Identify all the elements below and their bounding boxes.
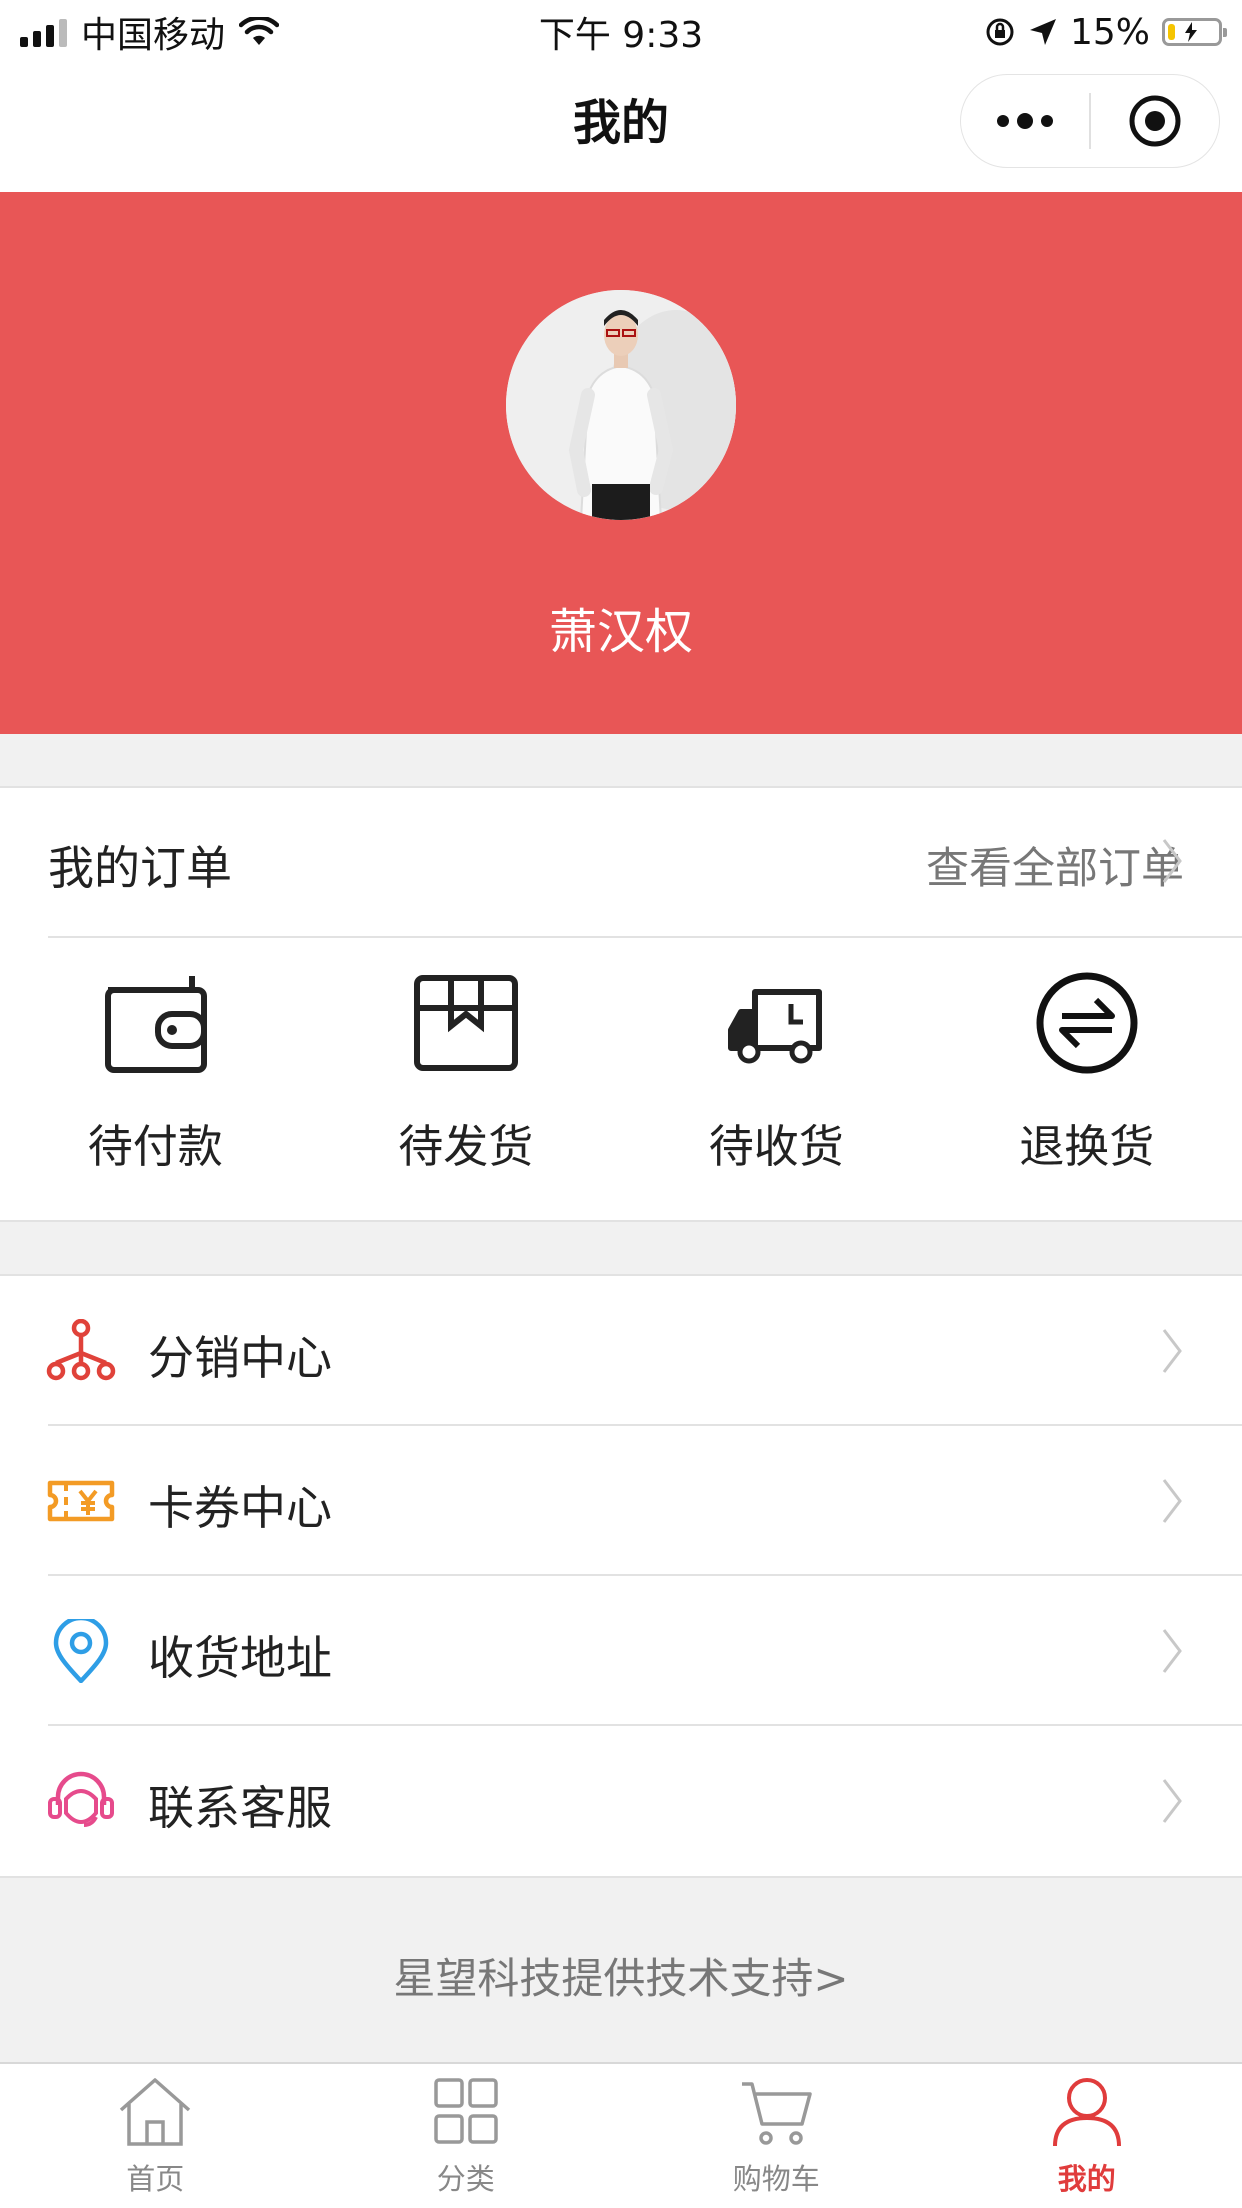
order-item-label: 待付款 — [87, 1120, 223, 1173]
menu-item-shipping-address[interactable]: 收货地址 — [0, 1576, 1242, 1726]
order-pending-shipment[interactable]: 待发货 — [311, 938, 622, 1220]
charging-bolt-icon — [1185, 22, 1197, 42]
status-bar: 中国移动 下午 9:33 15% — [0, 0, 1242, 64]
menu-item-label: 联系客服 — [148, 1781, 332, 1835]
chevron-right-icon — [1162, 1329, 1182, 1373]
order-item-label: 待发货 — [398, 1120, 534, 1173]
order-item-label: 待收货 — [708, 1120, 844, 1173]
close-mini-program-button[interactable] — [1091, 75, 1219, 167]
orders-section: 我的订单 查看全部订单 待付款 待发货 待收货 退换货 — [0, 786, 1242, 1222]
wallet-icon — [105, 976, 208, 1073]
order-pending-payment[interactable]: 待付款 — [0, 938, 311, 1220]
cart-icon — [742, 2082, 812, 2145]
menu-item-coupon-center[interactable]: 卡券中心 — [0, 1426, 1242, 1576]
order-item-label: 退换货 — [1019, 1120, 1155, 1173]
menu-item-label: 收货地址 — [148, 1631, 332, 1685]
username: 萧汉权 — [548, 604, 693, 660]
tab-bar: 首页 分类 购物车 我的 — [0, 2062, 1242, 2208]
order-status-row: 待付款 待发货 待收货 退换货 — [0, 938, 1242, 1220]
exchange-icon — [1036, 972, 1138, 1074]
carrier-name: 中国移动 — [81, 15, 226, 56]
chevron-right-icon — [1162, 1629, 1182, 1673]
wifi-icon — [239, 17, 280, 45]
order-pending-receipt[interactable]: 待收货 — [621, 938, 932, 1220]
tab-label: 首页 — [126, 2162, 185, 2196]
tab-mine[interactable]: 我的 — [932, 2064, 1242, 2208]
tab-cart[interactable]: 购物车 — [621, 2064, 932, 2208]
status-time: 下午 9:33 — [538, 15, 704, 56]
orders-title: 我的订单 — [48, 841, 232, 895]
tab-label: 我的 — [1057, 2162, 1116, 2196]
chevron-right-icon — [1162, 1479, 1182, 1523]
tab-home[interactable]: 首页 — [0, 2064, 311, 2208]
orders-header: 我的订单 查看全部订单 — [48, 788, 1242, 938]
menu-item-label: 分销中心 — [148, 1331, 332, 1385]
location-pin-icon — [53, 1619, 109, 1683]
tab-label: 购物车 — [732, 2162, 820, 2196]
signal-icon — [20, 17, 67, 47]
avatar-photo — [506, 290, 736, 520]
avatar[interactable] — [506, 290, 736, 520]
tab-category[interactable]: 分类 — [311, 2064, 622, 2208]
mini-program-capsule — [960, 74, 1220, 168]
profile-header: 萧汉权 — [0, 192, 1242, 734]
distribution-icon — [46, 1319, 116, 1381]
location-arrow-icon — [1029, 19, 1056, 45]
customer-service-icon — [48, 1771, 114, 1827]
status-left: 中国移动 — [20, 6, 440, 58]
status-right: 15% — [802, 11, 1227, 53]
user-icon — [1052, 2078, 1121, 2147]
more-button[interactable] — [961, 75, 1089, 167]
rotation-lock-icon — [986, 18, 1014, 46]
tech-support-link[interactable]: 星望科技提供技术支持> — [0, 1945, 1242, 2006]
grid-icon — [434, 2078, 498, 2144]
home-icon — [120, 2078, 191, 2146]
battery-icon — [1162, 18, 1227, 46]
menu-item-customer-service[interactable]: 联系客服 — [0, 1726, 1242, 1876]
battery-level — [1168, 24, 1175, 40]
menu-list: 分销中心 卡券中心 收货地址 联系客服 — [0, 1274, 1242, 1878]
nav-bar: 我的 — [0, 64, 1242, 192]
menu-item-distribution-center[interactable]: 分销中心 — [0, 1276, 1242, 1426]
chevron-right-icon — [1162, 839, 1182, 883]
menu-item-label: 卡券中心 — [148, 1481, 332, 1535]
box-icon — [413, 975, 518, 1071]
battery-percent: 15% — [1069, 11, 1150, 53]
target-circle-icon — [1129, 95, 1181, 147]
more-dots-icon — [997, 113, 1054, 129]
chevron-right-icon — [1162, 1779, 1182, 1823]
view-all-orders-link[interactable]: 查看全部订单 — [926, 834, 1184, 896]
coupon-icon — [47, 1480, 115, 1522]
tab-label: 分类 — [436, 2162, 495, 2196]
truck-icon — [728, 989, 823, 1064]
order-return-exchange[interactable]: 退换货 — [932, 938, 1242, 1220]
